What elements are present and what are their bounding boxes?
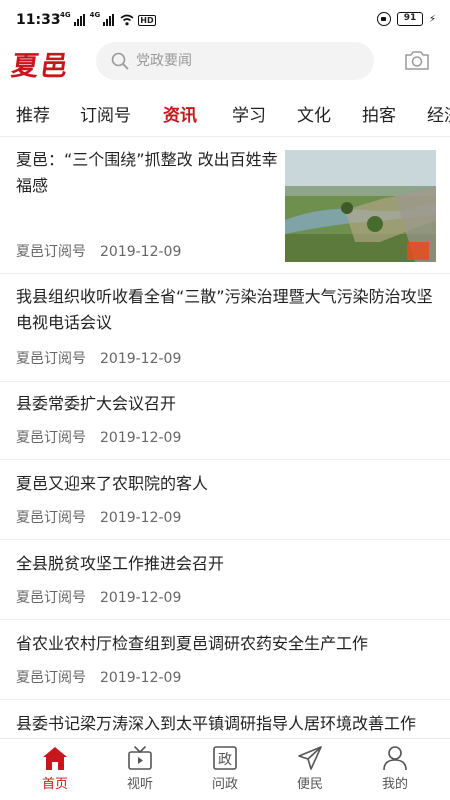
news-source: 夏邑订阅号 <box>16 590 86 606</box>
tab-study[interactable]: 学习 <box>232 101 266 126</box>
news-item[interactable]: 我县组织收听收看全省“三散”污染治理暨大气污染防治攻坚电视电话会议 夏邑订阅号 2… <box>0 274 450 381</box>
status-bar: 11:33 4G 4G HD 91 ⚡ <box>0 0 450 40</box>
app-header: 夏邑 <box>0 40 450 90</box>
nav-government[interactable]: 政 问政 <box>195 739 255 800</box>
news-date: 2019-12-09 <box>100 244 182 260</box>
news-title: 县委书记梁万涛深入到太平镇调研指导人居环境改善工作 <box>16 714 417 733</box>
nav-services[interactable]: 便民 <box>280 739 340 800</box>
nav-label: 首页 <box>41 777 68 792</box>
news-meta: 夏邑订阅号 2019-12-09 <box>16 587 181 607</box>
news-feed[interactable]: 夏邑：“三个围绕”抓整改 改出百姓幸福感 夏邑订阅号 2019-12-09 我县组… <box>0 137 450 738</box>
news-item[interactable]: 省农业农村厅检查组到夏邑调研农药安全生产工作 夏邑订阅号 2019-12-09 <box>0 620 450 699</box>
search-bar[interactable] <box>96 42 374 80</box>
wifi-icon <box>120 14 134 26</box>
svg-text:政: 政 <box>218 752 232 768</box>
status-time: 11:33 <box>16 12 61 28</box>
news-title: 省农业农村厅检查组到夏邑调研农药安全生产工作 <box>16 634 369 653</box>
charging-icon: ⚡ <box>428 13 436 25</box>
nav-home[interactable]: 首页 <box>25 739 85 800</box>
tab-news[interactable]: 资讯 <box>163 101 197 126</box>
nav-label: 便民 <box>296 777 323 792</box>
search-icon <box>111 52 129 70</box>
signal-1-label: 4G <box>60 11 71 19</box>
tab-economy[interactable]: 经济 <box>427 101 450 126</box>
nav-profile[interactable]: 我的 <box>365 739 425 800</box>
news-meta: 夏邑订阅号 2019-12-09 <box>16 507 181 527</box>
news-title: 我县组织收听收看全省“三散”污染治理暨大气污染防治攻坚电视电话会议 <box>16 287 433 332</box>
government-icon: 政 <box>213 746 237 770</box>
news-item[interactable]: 县委常委扩大会议召开 夏邑订阅号 2019-12-09 <box>0 382 450 459</box>
nav-video[interactable]: 视听 <box>110 739 170 800</box>
tab-subscriptions[interactable]: 订阅号 <box>80 101 131 126</box>
tab-culture[interactable]: 文化 <box>297 101 331 126</box>
nav-label: 视听 <box>126 777 153 792</box>
signal-1-icon <box>73 14 85 26</box>
news-date: 2019-12-09 <box>100 670 182 686</box>
send-icon <box>298 746 322 770</box>
bottom-navigation: 首页 视听 政 问政 便民 我的 <box>0 738 450 800</box>
news-item[interactable]: 夏邑：“三个围绕”抓整改 改出百姓幸福感 夏邑订阅号 2019-12-09 <box>0 137 450 273</box>
news-meta: 夏邑订阅号 2019-12-09 <box>16 348 181 368</box>
news-meta: 夏邑订阅号 2019-12-09 <box>16 241 181 261</box>
news-source: 夏邑订阅号 <box>16 430 86 446</box>
news-title: 县委常委扩大会议召开 <box>16 394 177 413</box>
signal-indicators: 4G 4G HD <box>60 12 156 28</box>
signal-2-icon <box>103 14 115 26</box>
news-meta: 夏邑订阅号 2019-12-09 <box>16 427 181 447</box>
search-input[interactable] <box>136 42 356 80</box>
news-date: 2019-12-09 <box>100 351 182 367</box>
home-icon <box>43 747 67 770</box>
signal-2-label: 4G <box>89 11 101 19</box>
news-source: 夏邑订阅号 <box>16 351 86 367</box>
status-right: 91 ⚡ <box>376 12 436 26</box>
news-title: 夏邑：“三个围绕”抓整改 改出百姓幸福感 <box>16 150 278 195</box>
news-thumbnail[interactable] <box>285 150 436 262</box>
tab-photographers[interactable]: 拍客 <box>362 101 396 126</box>
tab-recommend[interactable]: 推荐 <box>16 101 50 126</box>
news-source: 夏邑订阅号 <box>16 510 86 526</box>
tv-icon <box>128 746 152 770</box>
category-tabs: 推荐 订阅号 资讯 学习 文化 拍客 经济 <box>0 90 450 137</box>
news-item[interactable]: 夏邑又迎来了农职院的客人 夏邑订阅号 2019-12-09 <box>0 460 450 539</box>
app-logo: 夏邑 <box>9 51 72 82</box>
user-icon <box>383 746 407 771</box>
camera-icon[interactable] <box>404 48 430 72</box>
hd-badge: HD <box>138 14 156 26</box>
news-date: 2019-12-09 <box>100 510 182 526</box>
news-date: 2019-12-09 <box>100 590 182 606</box>
news-source: 夏邑订阅号 <box>16 670 86 686</box>
nav-label: 问政 <box>211 777 238 792</box>
rotation-lock-icon <box>376 12 391 26</box>
nav-label: 我的 <box>381 777 408 792</box>
news-source: 夏邑订阅号 <box>16 244 86 260</box>
news-item[interactable]: 县委书记梁万涛深入到太平镇调研指导人居环境改善工作 <box>0 700 450 738</box>
battery-indicator: 91 <box>396 12 423 26</box>
news-meta: 夏邑订阅号 2019-12-09 <box>16 667 181 687</box>
news-item[interactable]: 全县脱贫攻坚工作推进会召开 夏邑订阅号 2019-12-09 <box>0 540 450 619</box>
news-date: 2019-12-09 <box>100 430 182 446</box>
news-title: 全县脱贫攻坚工作推进会召开 <box>16 554 225 573</box>
news-title: 夏邑又迎来了农职院的客人 <box>16 474 209 493</box>
